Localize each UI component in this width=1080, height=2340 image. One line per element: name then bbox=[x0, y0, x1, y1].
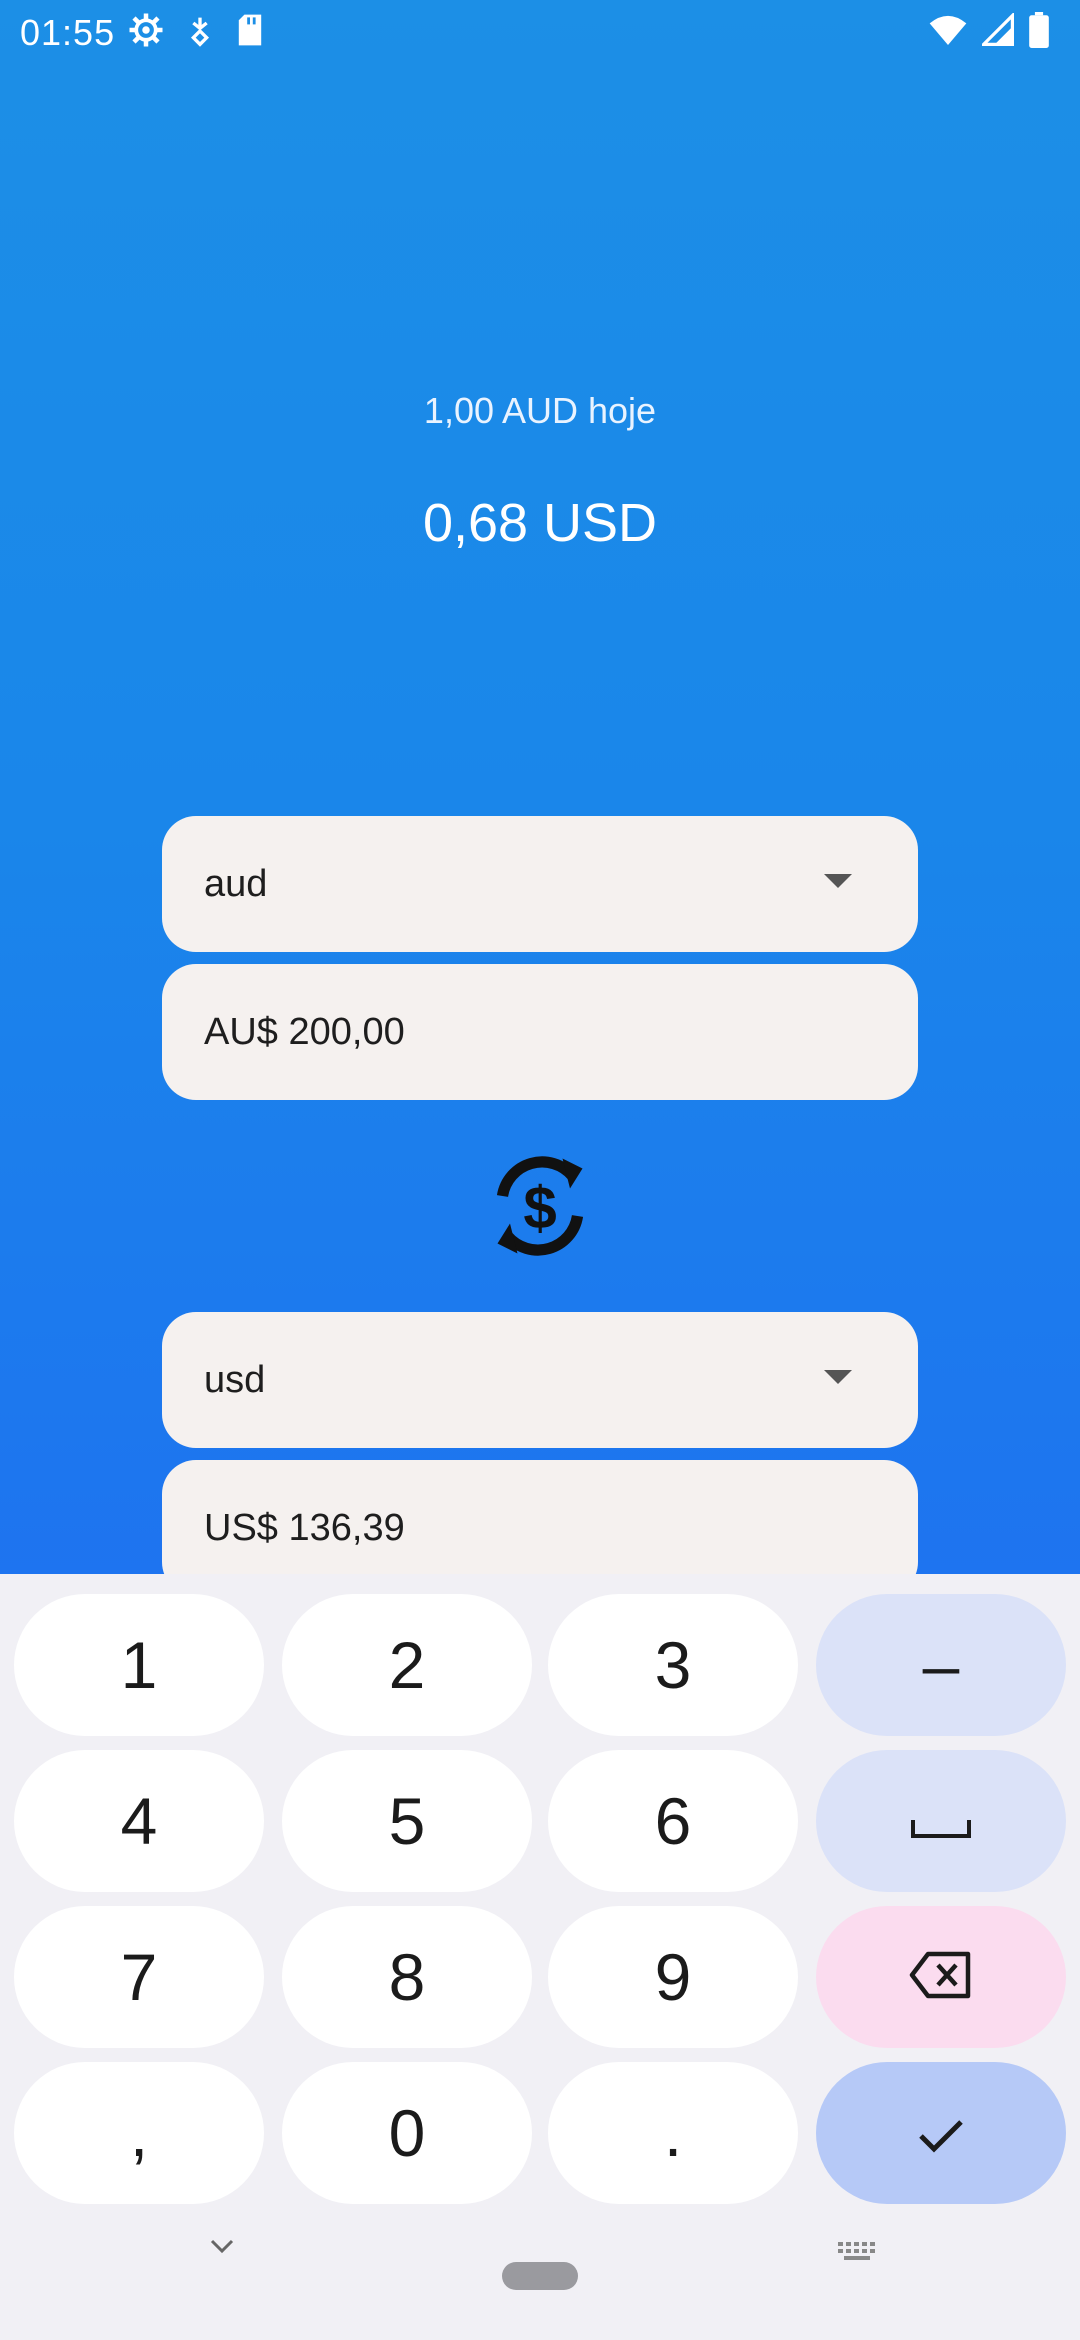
key-3[interactable]: 3 bbox=[548, 1594, 798, 1736]
key-8[interactable]: 8 bbox=[282, 1906, 532, 2048]
key-minus[interactable]: – bbox=[816, 1594, 1066, 1736]
check-icon bbox=[916, 2095, 966, 2171]
status-time: 01:55 bbox=[20, 12, 116, 53]
key-space[interactable] bbox=[816, 1750, 1066, 1892]
from-currency-label: aud bbox=[204, 862, 268, 905]
key-9[interactable]: 9 bbox=[548, 1906, 798, 2048]
navigation-bar bbox=[0, 2200, 1080, 2340]
rate-value: 0,68 USD bbox=[422, 493, 658, 553]
key-6[interactable]: 6 bbox=[548, 1750, 798, 1892]
key-0[interactable]: 0 bbox=[282, 2062, 532, 2204]
key-comma[interactable]: , bbox=[14, 2062, 264, 2204]
from-amount-value: AU$ 200,00 bbox=[204, 1010, 405, 1053]
signal-icon bbox=[979, 11, 1014, 56]
key-4[interactable]: 4 bbox=[14, 1750, 264, 1892]
to-amount-value: US$ 136,39 bbox=[204, 1506, 405, 1549]
from-amount-input[interactable]: AU$ 200,00 bbox=[162, 964, 918, 1100]
key-2[interactable]: 2 bbox=[282, 1594, 532, 1736]
sd-card-icon bbox=[236, 13, 264, 56]
key-period[interactable]: . bbox=[548, 2062, 798, 2204]
key-5[interactable]: 5 bbox=[282, 1750, 532, 1892]
dropdown-arrow-icon bbox=[824, 874, 852, 888]
from-currency-select[interactable]: aud bbox=[162, 816, 918, 952]
location-icon bbox=[186, 14, 214, 56]
backspace-icon bbox=[908, 1939, 974, 2015]
to-currency-select[interactable]: usd bbox=[162, 1312, 918, 1448]
dropdown-arrow-icon bbox=[824, 1370, 852, 1384]
rate-label: 1,00 AUD hoje bbox=[423, 390, 657, 431]
currency-exchange-icon: $ bbox=[480, 1146, 600, 1271]
home-pill-icon[interactable] bbox=[502, 2262, 578, 2290]
battery-icon bbox=[1028, 12, 1050, 57]
key-backspace[interactable] bbox=[816, 1906, 1066, 2048]
space-icon bbox=[909, 1783, 973, 1859]
wifi-icon bbox=[928, 13, 968, 56]
key-enter[interactable] bbox=[816, 2062, 1066, 2204]
swap-currencies-button[interactable]: $ bbox=[480, 1148, 600, 1268]
to-currency-label: usd bbox=[204, 1358, 266, 1401]
status-left-icons bbox=[128, 12, 264, 57]
keyboard-switch-icon[interactable] bbox=[836, 2240, 880, 2277]
key-7[interactable]: 7 bbox=[14, 1906, 264, 2048]
svg-text:$: $ bbox=[523, 1174, 556, 1241]
status-bar: 01:55 bbox=[0, 0, 1080, 66]
key-1[interactable]: 1 bbox=[14, 1594, 264, 1736]
chevron-down-icon[interactable] bbox=[206, 2230, 238, 2267]
settings-icon bbox=[128, 12, 164, 57]
status-right-icons bbox=[928, 11, 1050, 57]
